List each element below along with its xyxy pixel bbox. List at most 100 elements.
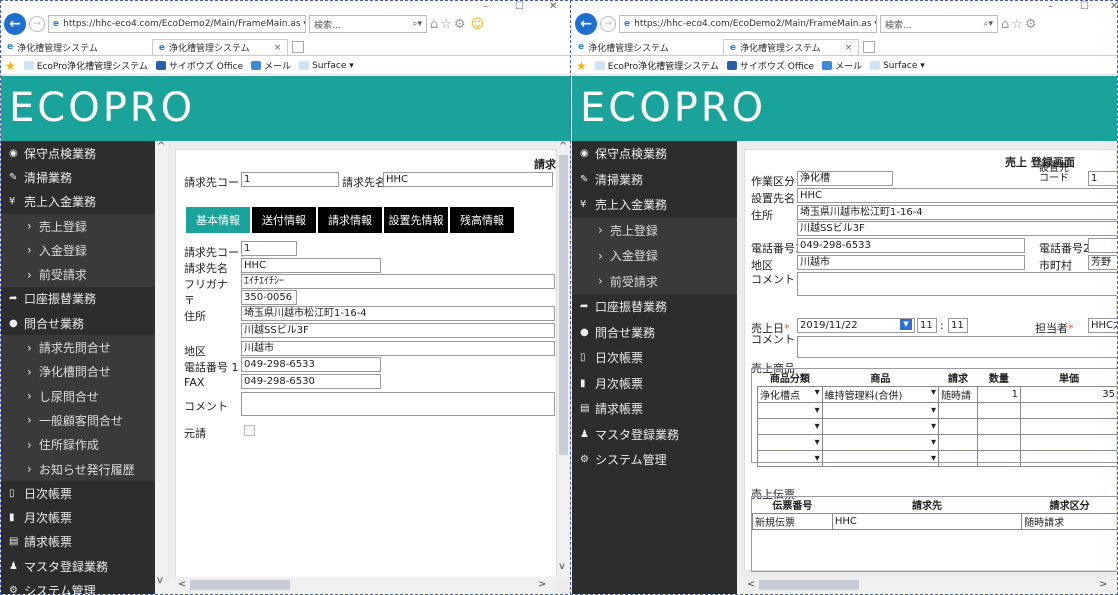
sidebar-item[interactable]: › 売上登録 xyxy=(1,213,155,239)
zip-input[interactable]: 350-0056 xyxy=(241,290,297,305)
billing-cell[interactable] xyxy=(938,449,978,467)
area-input[interactable]: 川越市 xyxy=(241,341,555,356)
product-select[interactable]: ▾ xyxy=(821,417,940,435)
content-scrollbar[interactable]: ^ v xyxy=(557,141,570,577)
sidebar-item[interactable]: › 請求先問合せ xyxy=(1,335,155,360)
new-tab-button[interactable] xyxy=(292,41,305,53)
tab-inactive[interactable]: e 浄化槽管理システム xyxy=(572,39,675,55)
search-input[interactable]: 検索... ⌕▾ xyxy=(880,15,998,33)
favorite-surface[interactable]: Surface ▾ xyxy=(870,61,925,71)
billing-cell[interactable] xyxy=(938,433,978,451)
category-select[interactable]: ▾ xyxy=(757,401,823,419)
price-cell[interactable]: 35 xyxy=(1019,385,1117,403)
price-cell[interactable] xyxy=(1019,449,1117,467)
sidebar-scrollbar[interactable]: ^ v xyxy=(155,141,168,594)
category-select[interactable]: ▾ xyxy=(757,417,823,435)
sidebar-item[interactable]: ✎ 清掃業務 xyxy=(572,167,737,193)
sidebar-item[interactable]: › し尿問合せ xyxy=(1,383,155,409)
tel-input[interactable]: 049-298-6533 xyxy=(241,357,381,372)
comment-input[interactable] xyxy=(797,272,1117,296)
code-input[interactable]: 1 xyxy=(241,241,297,256)
tab-send-info[interactable]: 送付情報 xyxy=(252,207,316,233)
address1-input[interactable]: 埼玉県川越市松江町1-16-4 xyxy=(241,306,555,321)
sidebar-item[interactable]: ♟ マスタ登録業務 xyxy=(1,554,155,578)
url-input[interactable]: e https://hhc-eco4.com/EcoDemo2/Main/Fram… xyxy=(48,15,306,33)
sidebar-item[interactable]: ➦ 口座振替業務 xyxy=(572,294,737,320)
sidebar-item[interactable]: ▮ 月次帳票 xyxy=(1,505,155,529)
close-tab-icon[interactable]: × xyxy=(274,43,282,53)
favorite-cybozu[interactable]: サイボウズ Office xyxy=(155,59,243,72)
content-hscrollbar[interactable]: < > xyxy=(737,577,1117,594)
billing-code-input[interactable]: 1 xyxy=(241,172,339,187)
billing-cell[interactable] xyxy=(938,417,978,435)
kana-input[interactable]: ｴｲﾁｴｲﾁｼｰ xyxy=(241,274,555,289)
staff-input[interactable]: HHC太 xyxy=(1088,318,1117,333)
sidebar-item[interactable]: › 住所録作成 xyxy=(1,432,155,457)
slip-number-cell[interactable]: 新規伝票 xyxy=(752,512,833,530)
motouke-checkbox[interactable] xyxy=(244,425,255,436)
search-input[interactable]: 検索... ⌕▾ xyxy=(309,15,427,33)
hour-input[interactable]: 11 xyxy=(917,318,937,333)
comment-input[interactable] xyxy=(241,392,555,416)
toolbar-icons[interactable]: ⌂☆⚙ xyxy=(1001,17,1039,32)
tab-site-info[interactable]: 設置先情報 xyxy=(384,207,448,233)
price-cell[interactable] xyxy=(1019,433,1117,451)
content-hscrollbar[interactable]: < > xyxy=(168,577,557,594)
kubun-input[interactable]: 浄化槽 xyxy=(797,171,893,186)
sidebar-item[interactable]: ▤ 請求帳票 xyxy=(1,530,155,554)
star-icon[interactable]: ★ xyxy=(5,59,16,73)
sidebar-item[interactable]: › 入金登録 xyxy=(572,243,737,269)
quantity-cell[interactable]: 1 xyxy=(976,385,1021,403)
sidebar-item[interactable]: ● 問合せ業務 xyxy=(572,320,737,346)
site-name-input[interactable]: HHC xyxy=(797,188,1117,203)
city-input[interactable]: 芳野 xyxy=(1088,255,1117,270)
billing-cell[interactable]: 随時請 xyxy=(938,385,978,403)
billing-cell[interactable] xyxy=(938,401,978,419)
star-icon[interactable]: ★ xyxy=(576,59,587,73)
new-tab-button[interactable] xyxy=(863,41,876,53)
tab-balance-info[interactable]: 残高情報 xyxy=(450,207,514,233)
scroll-up-icon[interactable]: ^ xyxy=(559,141,567,152)
address2-input[interactable]: 川越SSビル3F xyxy=(797,221,1117,236)
quantity-cell[interactable] xyxy=(976,433,1021,451)
sidebar-item[interactable]: ¥ 売上入金業務 xyxy=(1,190,155,214)
sidebar-item[interactable]: ▯ 日次帳票 xyxy=(572,345,737,371)
scroll-right-icon[interactable]: > xyxy=(1099,579,1107,590)
sidebar-item[interactable]: ▯ 日次帳票 xyxy=(1,481,155,505)
favorite-cybozu[interactable]: サイボウズ Office xyxy=(726,59,814,72)
product-select[interactable]: 維持管理料(合併) ▾ xyxy=(821,385,940,403)
category-select[interactable]: ▾ xyxy=(757,449,823,467)
scroll-down-icon[interactable]: v xyxy=(157,575,163,586)
tab-inactive[interactable]: e 浄化槽管理システム xyxy=(1,39,104,55)
sidebar-item[interactable]: › 前受請求 xyxy=(572,268,737,294)
favorite-mail[interactable]: メール xyxy=(251,59,291,72)
quantity-cell[interactable] xyxy=(976,449,1021,467)
tab-active[interactable]: e 浄化槽管理システム × xyxy=(151,39,289,55)
scroll-right-icon[interactable]: > xyxy=(538,579,546,590)
favorite-ecopro[interactable]: EcoPro浄化槽管理システム xyxy=(594,59,719,72)
address1-input[interactable]: 埼玉県川越市松江町1-16-4 xyxy=(797,205,1117,220)
fax-input[interactable]: 049-298-6530 xyxy=(241,374,381,389)
price-cell[interactable] xyxy=(1019,401,1117,419)
sidebar-item[interactable]: ⚙ システム管理 xyxy=(572,447,737,473)
scroll-left-icon[interactable]: < xyxy=(178,579,186,590)
address2-input[interactable]: 川越SSビル3F xyxy=(241,323,555,338)
hscroll-thumb[interactable] xyxy=(190,580,290,590)
sidebar-item[interactable]: ▤ 請求帳票 xyxy=(572,396,737,422)
favorite-mail[interactable]: メール xyxy=(822,59,862,72)
billing-target-cell[interactable]: HHC xyxy=(831,512,1023,530)
price-cell[interactable] xyxy=(1019,417,1117,435)
sidebar-item[interactable]: ◉ 保守点検業務 xyxy=(1,141,155,165)
calendar-icon[interactable]: ▼ xyxy=(900,319,912,330)
billing-name-input[interactable]: HHC xyxy=(383,172,553,187)
smiley-icon[interactable]: ☺ xyxy=(471,17,485,32)
sidebar-item[interactable]: ⚙ システム管理 xyxy=(1,578,155,594)
area-input[interactable]: 川越市 xyxy=(797,255,1025,270)
billing-type-cell[interactable]: 随時請求 xyxy=(1021,512,1117,530)
tab-active[interactable]: e 浄化槽管理システム × xyxy=(722,39,860,55)
sidebar-item[interactable]: ✎ 清掃業務 xyxy=(1,165,155,189)
scroll-thumb[interactable] xyxy=(559,155,568,455)
sidebar-item[interactable]: ➦ 口座振替業務 xyxy=(1,287,155,311)
scroll-up-icon[interactable]: ^ xyxy=(157,141,165,152)
site-code-input[interactable]: 1 xyxy=(1088,171,1117,186)
